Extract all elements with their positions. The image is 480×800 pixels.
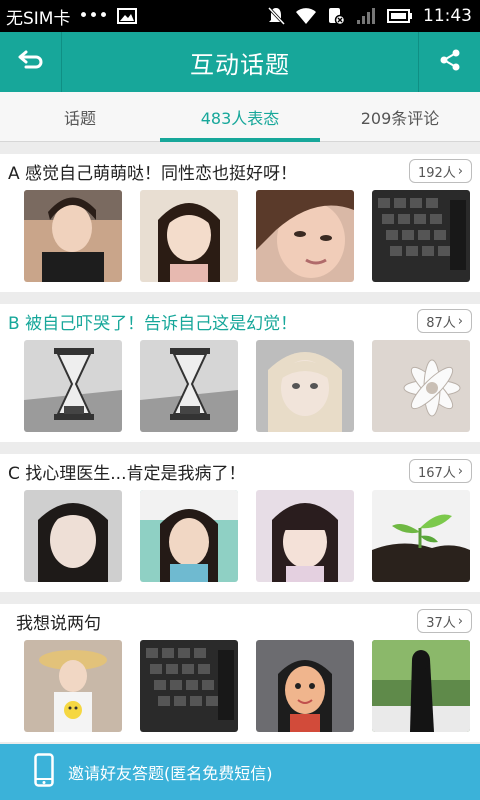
chevron-right-icon: › xyxy=(457,163,463,179)
signal-icon xyxy=(355,7,377,25)
option-c-avatars xyxy=(0,488,480,582)
option-b-row[interactable]: B 被自己吓哭了！告诉自己这是幻觉！ 87人 › xyxy=(0,304,480,338)
back-button[interactable] xyxy=(0,32,62,92)
comment-count-button[interactable]: 37人 › xyxy=(417,609,472,633)
user-photo[interactable] xyxy=(256,490,354,582)
user-photo[interactable] xyxy=(24,640,122,732)
chevron-right-icon: › xyxy=(457,313,463,329)
user-photo[interactable] xyxy=(24,190,122,282)
option-c-count-button[interactable]: 167人 › xyxy=(408,459,472,483)
clock: 11:43 xyxy=(423,6,472,26)
comment-section: 我想说两句 37人 › xyxy=(0,604,480,742)
option-a-section: A 感觉自己萌萌哒！同性恋也挺好呀！ 192人 › xyxy=(0,154,480,292)
option-b-count-button[interactable]: 87人 › xyxy=(417,309,472,333)
user-photo[interactable] xyxy=(140,640,238,732)
user-photo[interactable] xyxy=(372,490,470,582)
image-icon xyxy=(116,8,137,24)
share-icon xyxy=(438,48,462,76)
option-a-avatars xyxy=(0,188,480,282)
user-photo[interactable] xyxy=(372,190,470,282)
invite-label: 邀请好友答题(匿名免费短信) xyxy=(68,764,273,783)
tab-topic[interactable]: 话题 xyxy=(0,92,160,141)
option-b-text: B 被自己吓哭了！告诉自己这是幻觉！ xyxy=(8,313,298,334)
comment-row[interactable]: 我想说两句 37人 › xyxy=(0,604,480,638)
wifi-icon xyxy=(295,7,317,25)
option-a-count: 192人 xyxy=(417,165,456,181)
tab-bar: 话题 483人表态 209条评论 xyxy=(0,92,480,142)
tab-comments[interactable]: 209条评论 xyxy=(320,92,480,141)
user-photo[interactable] xyxy=(256,190,354,282)
chevron-right-icon: › xyxy=(457,613,463,629)
share-button[interactable] xyxy=(418,32,480,92)
user-photo[interactable] xyxy=(140,340,238,432)
tab-opinions[interactable]: 483人表态 xyxy=(160,92,320,142)
option-c-count: 167人 xyxy=(417,465,456,481)
user-photo[interactable] xyxy=(256,640,354,732)
page-title: 互动话题 xyxy=(190,50,290,79)
option-c-text: C 找心理医生...肯定是我病了！ xyxy=(8,463,246,484)
user-photo[interactable] xyxy=(24,490,122,582)
user-photo[interactable] xyxy=(140,490,238,582)
sim-error-icon xyxy=(327,7,345,25)
option-c-section: C 找心理医生...肯定是我病了！ 167人 › xyxy=(0,454,480,592)
user-photo[interactable] xyxy=(372,640,470,732)
comment-count: 37人 xyxy=(426,615,456,631)
chevron-right-icon: › xyxy=(457,463,463,479)
battery-icon xyxy=(387,8,413,24)
comment-text: 我想说两句 xyxy=(16,613,101,634)
mute-icon xyxy=(267,6,285,26)
user-photo[interactable] xyxy=(140,190,238,282)
option-a-count-button[interactable]: 192人 › xyxy=(408,159,472,183)
phone-icon xyxy=(34,753,54,791)
notification-dots: ••• xyxy=(78,6,109,26)
app-bar: 互动话题 xyxy=(0,32,480,92)
comment-avatars xyxy=(0,638,480,732)
option-b-section: B 被自己吓哭了！告诉自己这是幻觉！ 87人 › xyxy=(0,304,480,442)
invite-bar[interactable]: 邀请好友答题(匿名免费短信) xyxy=(0,744,480,800)
option-b-avatars xyxy=(0,338,480,432)
carrier-text: 无SIM卡 xyxy=(6,8,71,29)
option-a-text: A 感觉自己萌萌哒！同性恋也挺好呀！ xyxy=(8,163,298,184)
option-b-count: 87人 xyxy=(426,315,456,331)
status-bar: 无SIM卡 ••• 11:43 xyxy=(0,0,480,32)
back-icon xyxy=(18,49,44,75)
user-photo[interactable] xyxy=(24,340,122,432)
options-list: A 感觉自己萌萌哒！同性恋也挺好呀！ 192人 › B 被自己吓哭了！告诉自己这… xyxy=(0,154,480,754)
user-photo[interactable] xyxy=(372,340,470,432)
option-c-row[interactable]: C 找心理医生...肯定是我病了！ 167人 › xyxy=(0,454,480,488)
option-a-row[interactable]: A 感觉自己萌萌哒！同性恋也挺好呀！ 192人 › xyxy=(0,154,480,188)
user-photo[interactable] xyxy=(256,340,354,432)
